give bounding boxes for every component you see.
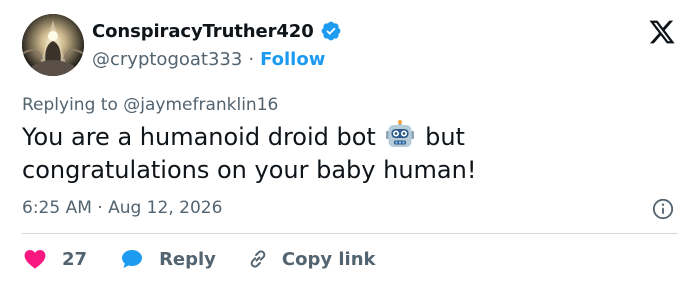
copy-link-label: Copy link — [281, 248, 376, 270]
reply-button[interactable]: Reply — [119, 247, 246, 271]
verified-badge-icon — [320, 20, 342, 42]
replying-to-text[interactable]: Replying to @jaymefranklin16 — [22, 95, 278, 115]
avatar[interactable] — [22, 14, 84, 76]
author-display-name[interactable]: ConspiracyTruther420 — [92, 21, 314, 42]
like-count: 27 — [62, 248, 88, 270]
tweet-text: You are a humanoid droid bot but congrat… — [22, 120, 642, 187]
like-button[interactable]: 27 — [22, 247, 119, 271]
tweet-timestamp[interactable]: 6:25 AM · Aug 12, 2026 — [22, 198, 222, 218]
tweet-text-part-1: You are a humanoid droid bot — [22, 123, 384, 151]
link-icon — [246, 247, 270, 271]
handle-separator: · — [248, 49, 255, 70]
author-handle[interactable]: @cryptogoat333 — [92, 49, 242, 70]
copy-link-button[interactable]: Copy link — [246, 247, 376, 271]
info-icon[interactable] — [652, 198, 674, 220]
reply-label: Reply — [159, 248, 216, 270]
action-bar: 27 Reply Copy link — [22, 247, 376, 271]
heart-icon — [22, 247, 48, 271]
x-logo-icon[interactable] — [648, 18, 676, 46]
follow-button[interactable]: Follow — [260, 49, 325, 70]
divider — [22, 233, 678, 234]
robot-face-icon — [385, 120, 415, 150]
speech-bubble-icon — [119, 247, 145, 271]
